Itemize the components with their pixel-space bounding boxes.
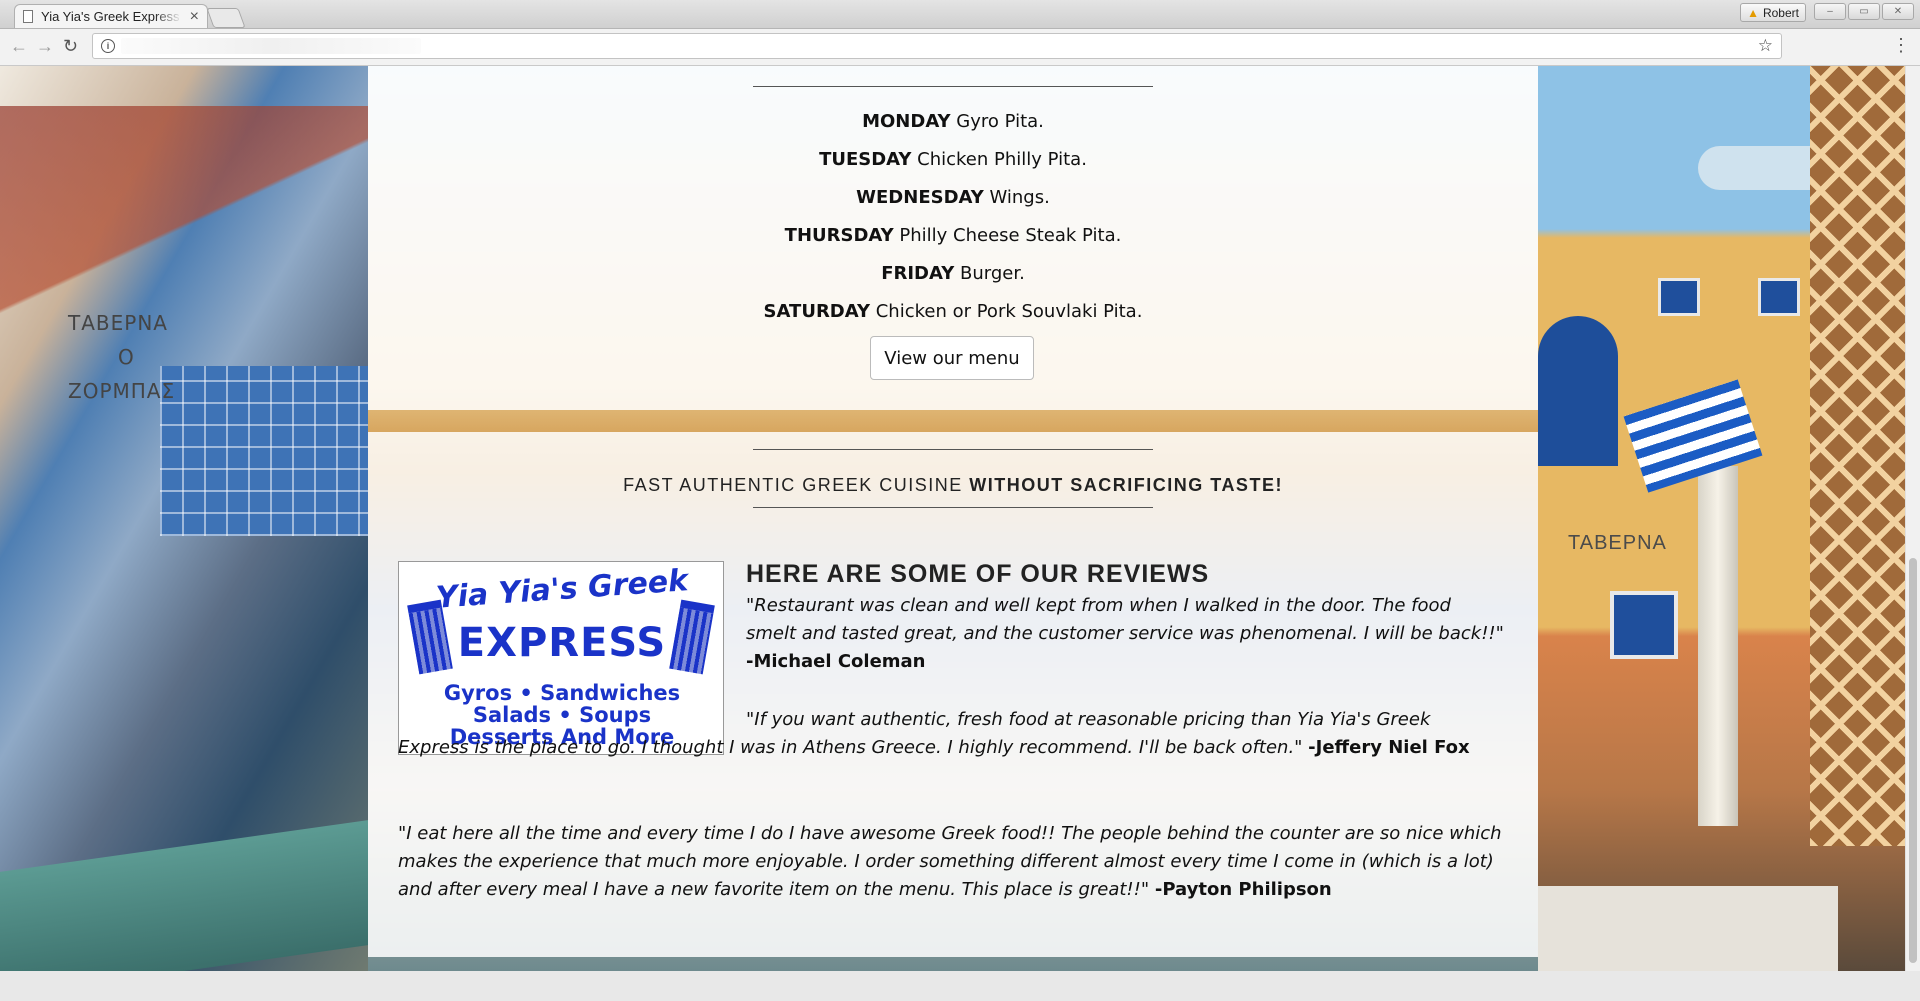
daily-specials-panel: MONDAY Gyro Pita. TUESDAY Chicken Philly… [368, 66, 1538, 410]
view-menu-button[interactable]: View our menu [870, 336, 1034, 380]
special-wednesday: WEDNESDAY Wings. [856, 187, 1050, 208]
bookmark-star-icon[interactable]: ☆ [1758, 36, 1773, 56]
mural-window [1758, 278, 1800, 316]
reload-icon[interactable]: ↻ [63, 36, 78, 56]
reviews-panel: FAST AUTHENTIC GREEK CUISINE WITHOUT SAC… [368, 432, 1538, 957]
forward-icon[interactable]: → [36, 36, 54, 56]
special-saturday: SATURDAY Chicken or Pork Souvlaki Pita. [763, 301, 1143, 322]
url-redacted [121, 38, 421, 54]
close-window-button[interactable]: ✕ [1882, 3, 1914, 20]
minimize-button[interactable]: – [1814, 3, 1846, 20]
review-quote: "I eat here all the time and every time … [398, 823, 1502, 900]
special-thursday: THURSDAY Philly Cheese Steak Pita. [784, 225, 1122, 246]
review-author: -Michael Coleman [746, 651, 926, 672]
page-scrollbar[interactable] [1905, 66, 1920, 971]
mural-table [0, 820, 368, 971]
warning-icon: ▲ [1747, 5, 1759, 20]
logo-express: EXPRESS [457, 620, 667, 666]
mural-window [160, 366, 368, 536]
divider [753, 449, 1153, 450]
review-item: "Restaurant was clean and well kept from… [746, 592, 1506, 676]
mural-sign-right: ΤΑΒΕΡΝΑ [1568, 532, 1667, 554]
review-item: "If you want authentic, fresh food at re… [398, 706, 1506, 762]
profile-name: Robert [1762, 5, 1799, 20]
review-item: "I eat here all the time and every time … [398, 820, 1506, 904]
mural-table [1538, 886, 1838, 971]
mural-window [1610, 591, 1678, 659]
back-icon[interactable]: ← [10, 36, 28, 56]
mural-awning [0, 106, 368, 386]
tab-title: Yia Yia's Greek Express [41, 9, 180, 24]
divider [753, 86, 1153, 87]
special-friday: FRIDAY Burger. [881, 263, 1025, 284]
browser-tab[interactable]: Yia Yia's Greek Express × [14, 4, 208, 28]
mural-arch [1538, 316, 1618, 466]
mural-background-left: ΤΑΒΕΡΝΑ Ο ΖΟΡΜΠΑΣ [0, 66, 368, 971]
maximize-button[interactable]: ▭ [1848, 3, 1880, 20]
reviews-heading: HERE ARE SOME OF OUR REVIEWS [746, 560, 1210, 588]
review-quote: "Restaurant was clean and well kept from… [746, 595, 1504, 644]
mural-background-right: ΤΑΒΕΡΝΑ [1538, 66, 1905, 971]
info-icon[interactable]: i [101, 39, 115, 53]
review-quote: "If you want authentic, fresh food at re… [398, 709, 1431, 758]
page-icon [23, 10, 33, 23]
browser-toolbar: ← → ↻ i ☆ ⋮ [0, 29, 1920, 66]
close-icon[interactable]: × [190, 8, 199, 25]
browser-tab-strip: Yia Yia's Greek Express × ▲ Robert – ▭ ✕ [0, 0, 1920, 29]
divider [753, 507, 1153, 508]
mural-window [1658, 278, 1700, 316]
mural-lattice [1810, 66, 1905, 846]
mural-sign-left: ΤΑΒΕΡΝΑ Ο ΖΟΡΜΠΑΣ [68, 311, 176, 403]
browser-menu-icon[interactable]: ⋮ [1892, 35, 1910, 55]
profile-button[interactable]: ▲ Robert [1740, 3, 1806, 22]
review-author: -Payton Philipson [1154, 879, 1332, 900]
special-tuesday: TUESDAY Chicken Philly Pita. [819, 149, 1087, 170]
tagline: FAST AUTHENTIC GREEK CUISINE WITHOUT SAC… [623, 475, 1283, 495]
greek-flag [1623, 379, 1763, 493]
browser-bottom-strip [0, 971, 1920, 1001]
review-author: -Jeffery Niel Fox [1308, 737, 1470, 758]
scrollbar-thumb[interactable] [1909, 558, 1917, 963]
logo-tagline-1: Gyros • Sandwiches [443, 681, 681, 705]
address-bar[interactable]: i ☆ [92, 33, 1782, 59]
window-controls: – ▭ ✕ [1814, 3, 1914, 20]
new-tab-button[interactable] [206, 8, 246, 28]
page-viewport: ΤΑΒΕΡΝΑ Ο ΖΟΡΜΠΑΣ ΤΑΒΕΡΝΑ MONDAY Gyro Pi… [0, 66, 1905, 971]
mural-column [1698, 466, 1738, 826]
logo-name: Yia Yia's Greek [434, 563, 690, 616]
special-monday: MONDAY Gyro Pita. [862, 111, 1044, 132]
